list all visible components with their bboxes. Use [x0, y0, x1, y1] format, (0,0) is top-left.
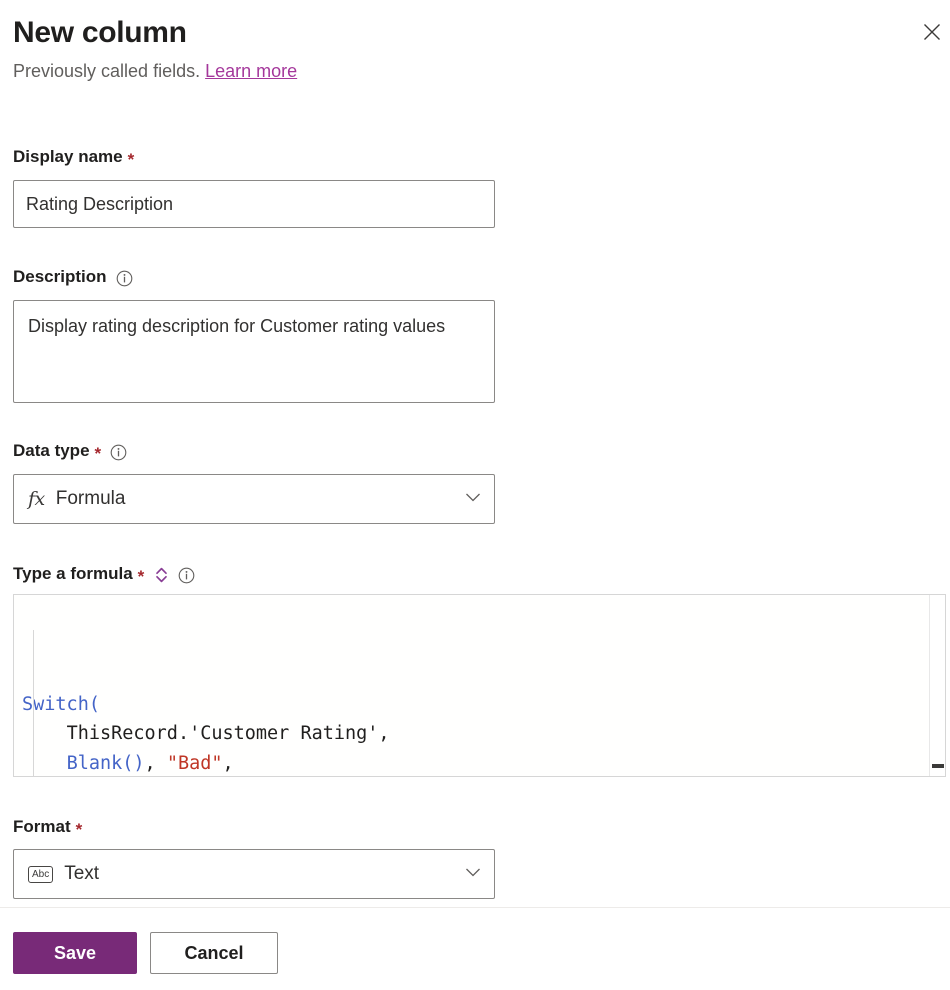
learn-more-link[interactable]: Learn more — [205, 61, 297, 81]
description-label: Description — [13, 266, 133, 288]
formula-scrollbar[interactable] — [929, 595, 945, 776]
panel-subtitle: Previously called fields. Learn more — [13, 58, 937, 84]
indent-guide — [33, 630, 34, 776]
data-type-dropdown[interactable]: fx Formula — [13, 474, 495, 524]
description-input[interactable] — [13, 300, 495, 403]
footer-divider — [0, 907, 950, 908]
panel-header: New column Previously called fields. Lea… — [13, 14, 937, 84]
formula-code-content[interactable]: Switch( ThisRecord.'Customer Rating', Bl… — [14, 595, 945, 776]
data-type-label: Data type * — [13, 440, 127, 462]
subtitle-text: Previously called fields. — [13, 61, 201, 81]
formula-code-line: Blank(), "Bad", — [66, 752, 234, 774]
new-column-panel: New column Previously called fields. Lea… — [0, 0, 950, 990]
display-name-label-text: Display name — [13, 147, 123, 166]
formula-label: Type a formula * — [13, 563, 195, 585]
cancel-button[interactable]: Cancel — [150, 932, 278, 974]
format-selected-value: Text — [64, 863, 100, 884]
expand-collapse-icon[interactable] — [154, 566, 169, 584]
description-label-text: Description — [13, 267, 107, 286]
info-icon[interactable] — [110, 444, 127, 461]
formula-code-line: Switch( — [22, 693, 100, 715]
chevron-down-icon[interactable] — [462, 861, 484, 888]
close-button[interactable] — [914, 14, 950, 50]
required-asterisk: * — [137, 566, 145, 586]
format-label: Format * — [13, 816, 82, 838]
formula-label-text: Type a formula — [13, 564, 133, 583]
page-title: New column — [13, 16, 187, 49]
format-dropdown[interactable]: Abc Text — [13, 849, 495, 899]
save-button[interactable]: Save — [13, 932, 137, 974]
display-name-input[interactable] — [13, 180, 495, 228]
formula-code-line: ThisRecord.'Customer Rating', — [66, 723, 390, 744]
required-asterisk: * — [94, 443, 102, 463]
formula-resize-handle[interactable] — [932, 764, 944, 768]
required-asterisk: * — [75, 819, 83, 839]
close-icon — [922, 22, 942, 42]
chevron-down-icon[interactable] — [462, 486, 484, 513]
info-icon[interactable] — [116, 270, 133, 287]
formula-editor[interactable]: Switch( ThisRecord.'Customer Rating', Bl… — [13, 594, 946, 777]
display-name-label: Display name * — [13, 146, 134, 168]
data-type-label-text: Data type — [13, 441, 90, 460]
data-type-selected-value: Formula — [55, 488, 126, 509]
abc-icon: Abc — [28, 865, 54, 883]
format-label-text: Format — [13, 817, 71, 836]
required-asterisk: * — [127, 149, 135, 169]
fx-icon: fx — [28, 488, 45, 510]
info-icon[interactable] — [178, 567, 195, 584]
